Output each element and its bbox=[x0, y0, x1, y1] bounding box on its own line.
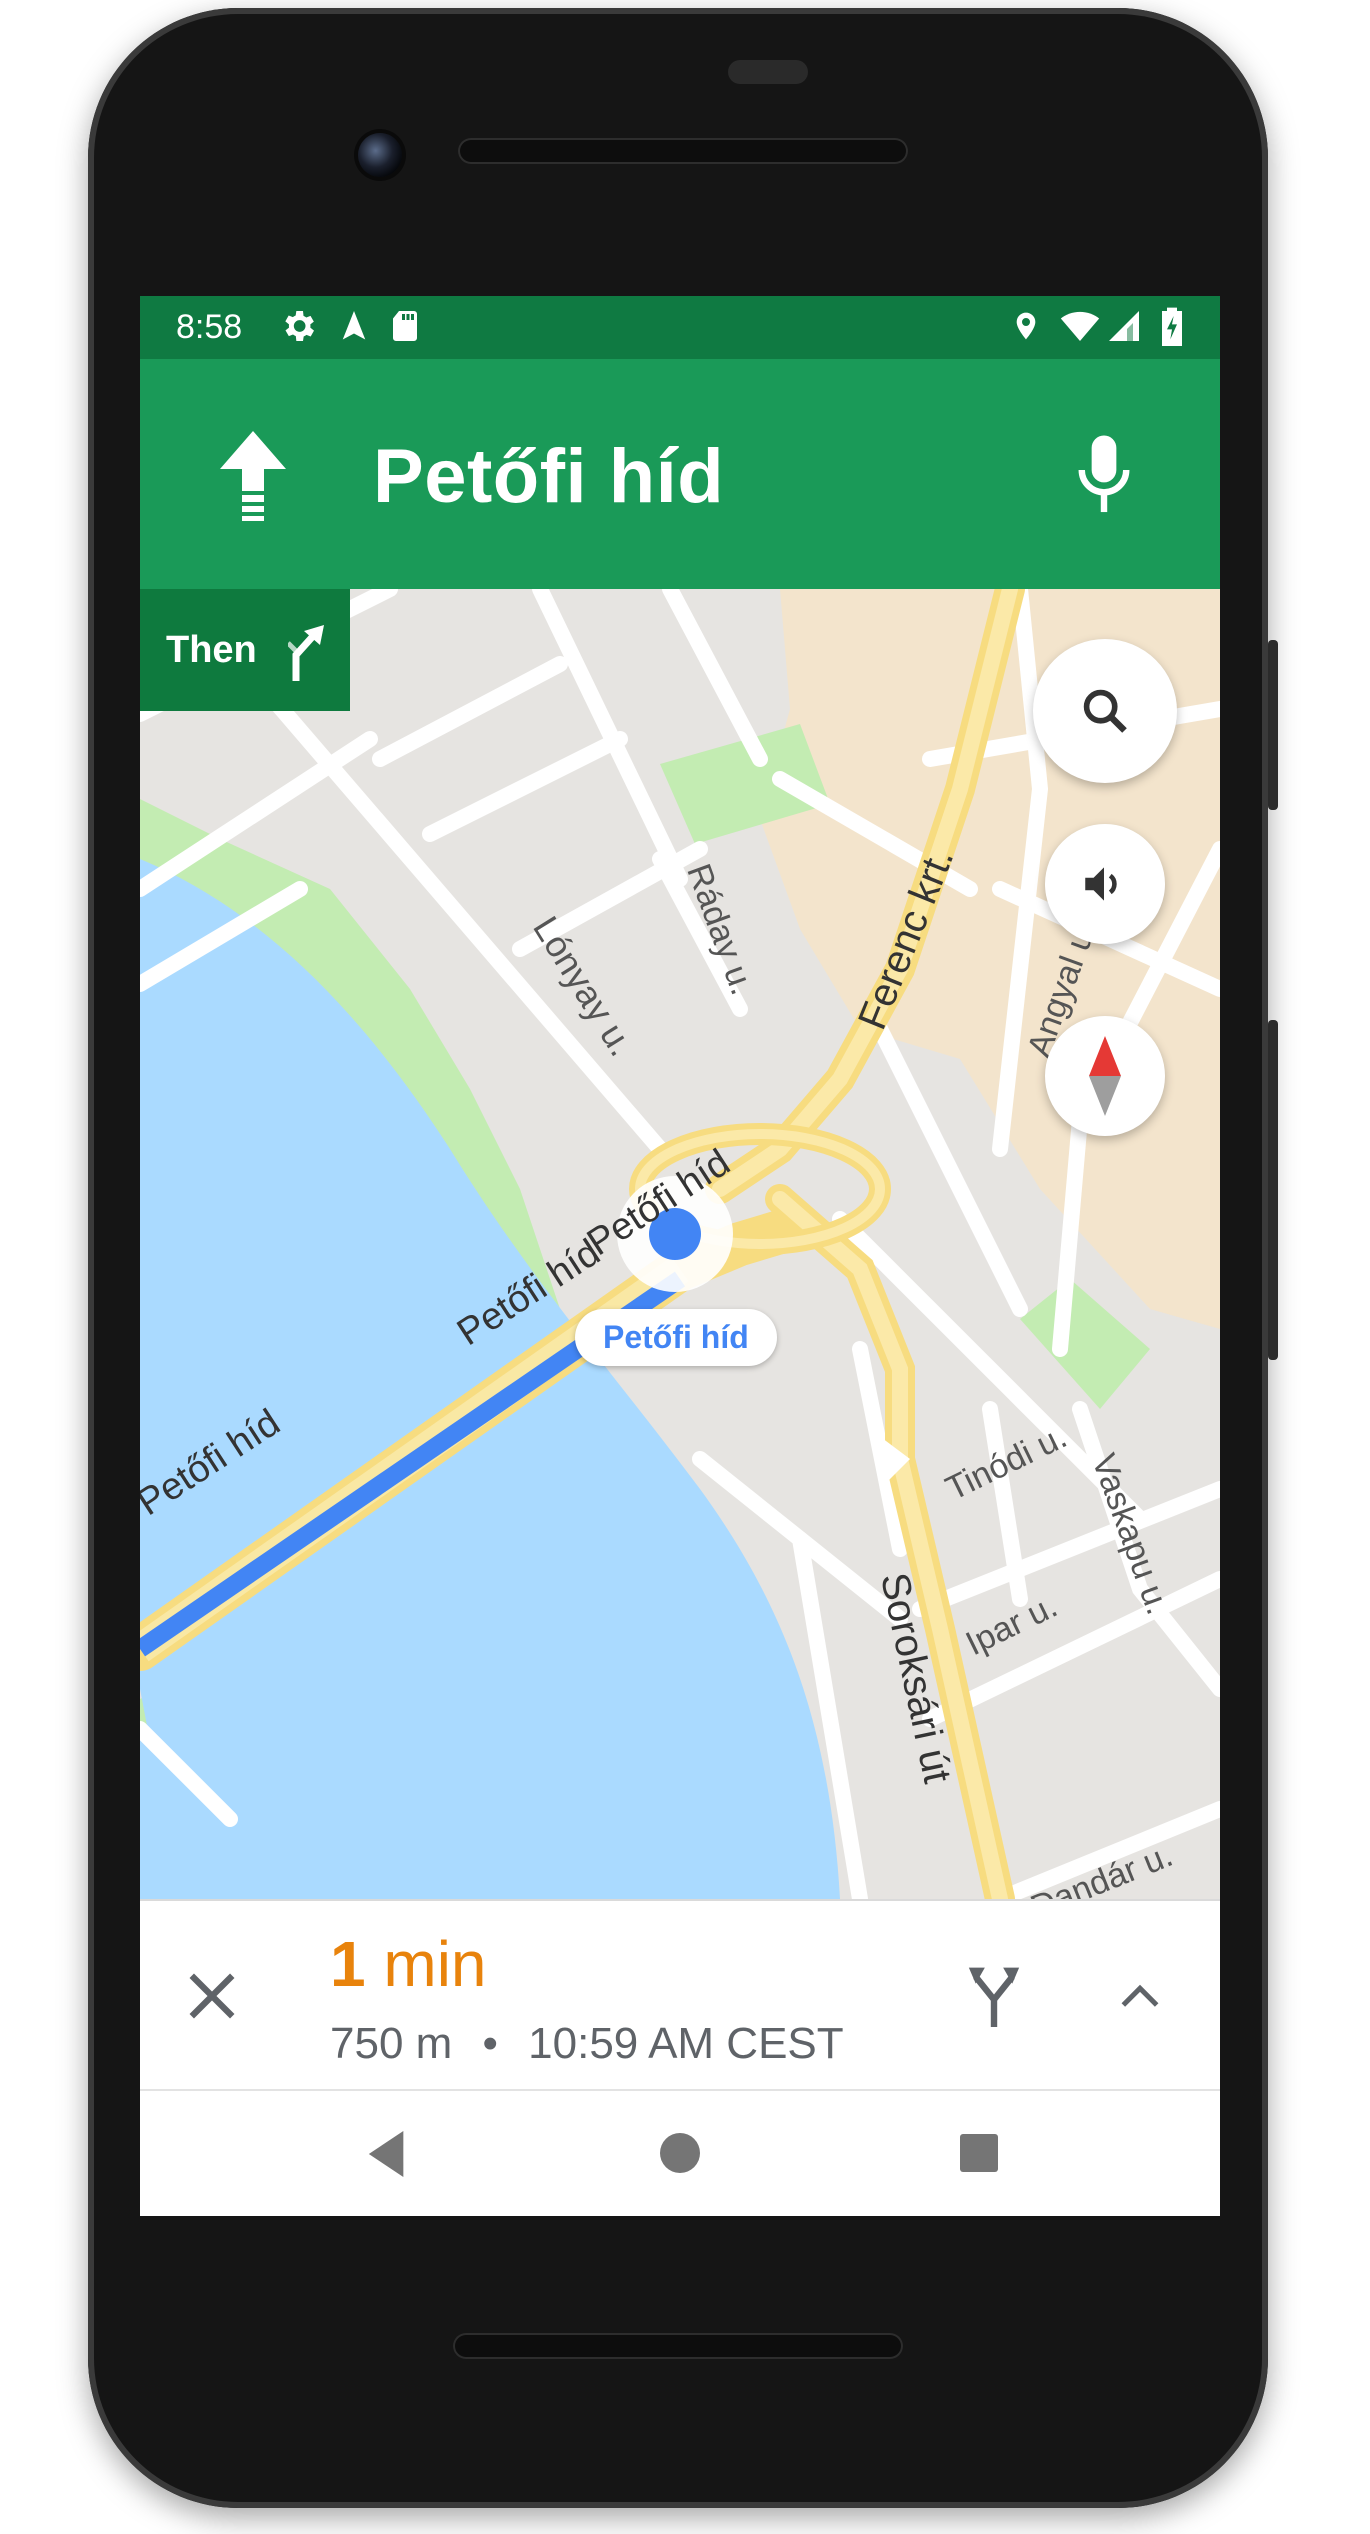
compass-button[interactable] bbox=[1045, 1016, 1165, 1136]
recents-button[interactable] bbox=[960, 2134, 998, 2172]
bottom-speaker bbox=[453, 2333, 903, 2359]
navigation-icon bbox=[336, 306, 372, 355]
home-button[interactable] bbox=[660, 2133, 700, 2173]
trip-distance: 750 m bbox=[330, 2019, 453, 2068]
eta-time: 1 min bbox=[330, 1927, 487, 2001]
navigation-header[interactable]: Petőfi híd bbox=[140, 359, 1220, 589]
search-button[interactable] bbox=[1033, 639, 1177, 783]
location-icon bbox=[1010, 306, 1042, 355]
trip-details: 750 m • 10:59 AM CEST bbox=[330, 2019, 844, 2069]
front-camera bbox=[358, 133, 402, 177]
system-navigation-bar bbox=[140, 2089, 1220, 2216]
search-icon bbox=[1083, 689, 1127, 733]
back-icon bbox=[368, 2131, 404, 2177]
next-street-name: Petőfi híd bbox=[373, 434, 725, 519]
wifi-icon bbox=[1058, 306, 1102, 355]
top-speaker bbox=[458, 138, 908, 164]
microphone-icon[interactable] bbox=[1074, 433, 1134, 522]
settings-icon bbox=[278, 306, 318, 355]
chevron-up-icon[interactable] bbox=[1120, 1981, 1160, 2014]
arrival-time: 10:59 AM CEST bbox=[528, 2019, 844, 2068]
status-time: 8:58 bbox=[176, 308, 243, 346]
status-bar: 8:58 bbox=[140, 296, 1220, 359]
power-button bbox=[1268, 640, 1278, 810]
current-location-chip[interactable]: Petőfi híd bbox=[575, 1309, 777, 1366]
cell-signal-icon bbox=[1106, 306, 1142, 355]
then-maneuver-chip[interactable]: Then bbox=[140, 589, 350, 711]
then-label: Then bbox=[166, 629, 257, 671]
battery-icon bbox=[1160, 306, 1184, 355]
map-view[interactable]: Petőfi híd Petőfi híd Petőfi híd Lónyay … bbox=[140, 589, 1220, 1927]
back-button[interactable] bbox=[368, 2131, 408, 2182]
eta-minutes: 1 bbox=[330, 1928, 366, 2000]
trip-separator: • bbox=[482, 2019, 498, 2068]
eta-unit: min bbox=[383, 1928, 487, 2000]
audio-button[interactable] bbox=[1045, 824, 1165, 944]
alternate-routes-icon[interactable] bbox=[966, 1963, 1022, 2032]
volume-icon bbox=[1085, 867, 1117, 901]
volume-button bbox=[1268, 1020, 1278, 1360]
sd-card-icon bbox=[390, 306, 420, 355]
compass-icon bbox=[1089, 1036, 1121, 1116]
close-icon[interactable] bbox=[185, 1969, 239, 2028]
trip-summary-card[interactable]: 1 min 750 m • 10:59 AM CEST bbox=[140, 1899, 1220, 2091]
straight-arrow-icon bbox=[220, 431, 286, 526]
slight-right-icon bbox=[286, 625, 328, 686]
top-sensor bbox=[728, 60, 808, 84]
screen: 8:58 Petőfi híd Petőfi híd Petőfi híd Pe… bbox=[140, 296, 1220, 2216]
